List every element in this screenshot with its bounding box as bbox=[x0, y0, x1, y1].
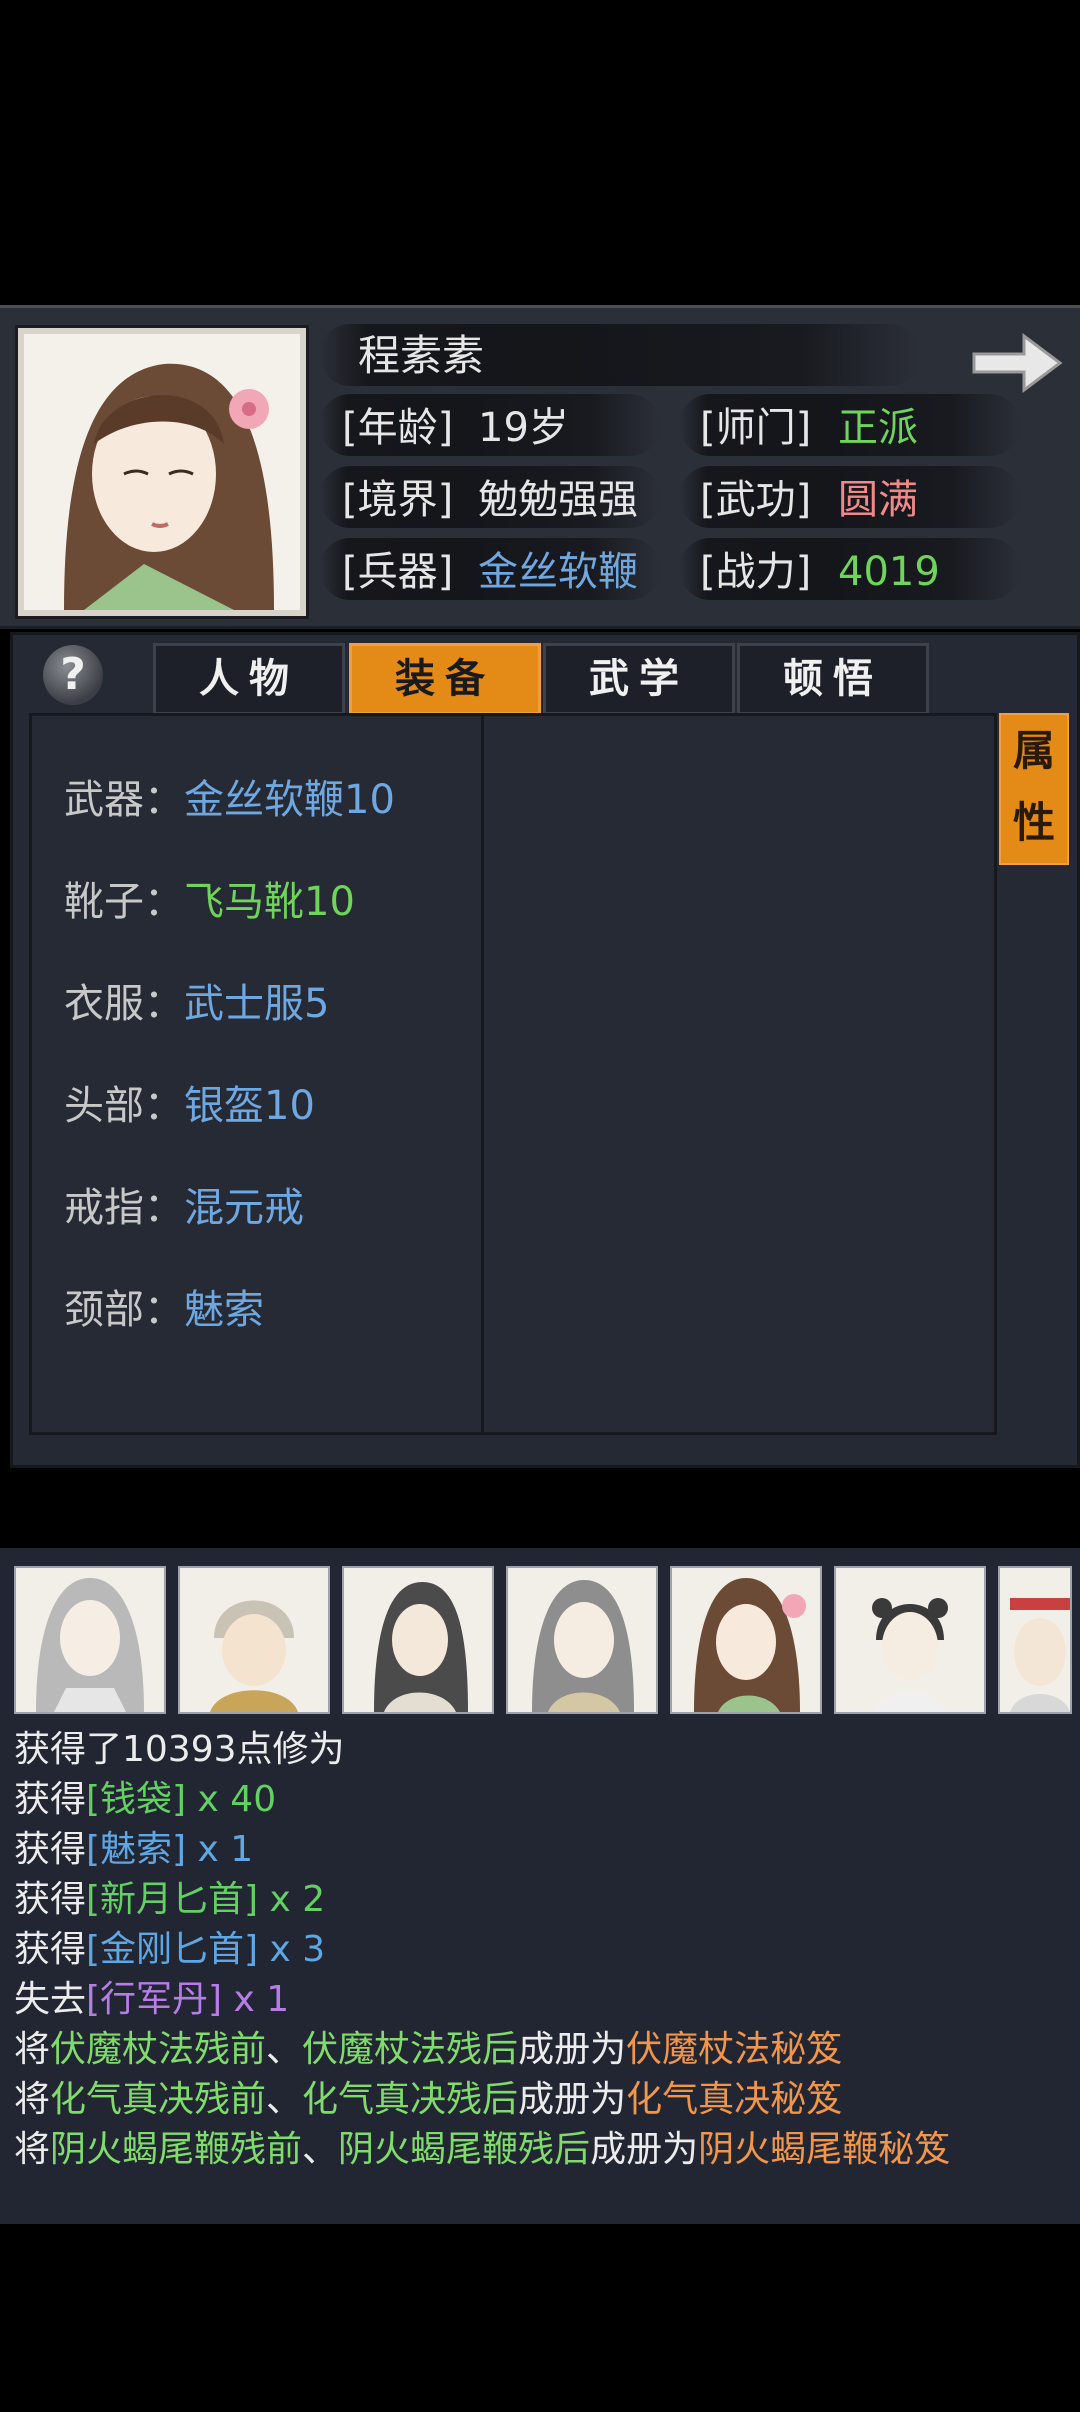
equipment-slot-ring[interactable]: 戒指：混元戒 bbox=[64, 1180, 304, 1236]
log-segment: 将 bbox=[14, 2079, 51, 2120]
age-value: 19岁 bbox=[478, 405, 569, 451]
log-line: 将化气真决残前、化气真决残后成册为化气真决秘笈 bbox=[14, 2076, 842, 2124]
martial-label: [武功] bbox=[700, 477, 812, 523]
tab-equipment[interactable]: 装备 bbox=[349, 643, 541, 715]
log-segment: 化气真决秘笈 bbox=[626, 2079, 843, 2120]
log-segment: x 1 bbox=[222, 1979, 290, 2020]
attributes-button[interactable]: 属 性 bbox=[999, 713, 1069, 865]
log-segment: 获得 bbox=[14, 1829, 87, 1870]
help-button[interactable]: ? bbox=[43, 645, 103, 705]
log-line: 获得了10393点修为 bbox=[14, 1726, 345, 1774]
party-member-avatar[interactable] bbox=[834, 1566, 986, 1714]
log-segment: 阴火蝎尾鞭秘笈 bbox=[698, 2129, 951, 2170]
slot-item: 金丝软鞭10 bbox=[184, 777, 395, 823]
log-segment: 、 bbox=[302, 2129, 339, 2170]
log-segment: 伏魔杖法残前 bbox=[50, 2029, 267, 2070]
log-segment: 将 bbox=[14, 2129, 51, 2170]
log-segment: x 40 bbox=[186, 1779, 277, 1820]
log-segment: 获得 bbox=[14, 1779, 87, 1820]
log-segment: 获得 bbox=[14, 1879, 87, 1920]
log-line: 获得[新月匕首] x 2 bbox=[14, 1876, 325, 1924]
log-segment: 伏魔杖法秘笈 bbox=[626, 2029, 843, 2070]
slot-label: 靴子： bbox=[64, 879, 184, 925]
log-line: 将阴火蝎尾鞭残前、阴火蝎尾鞭残后成册为阴火蝎尾鞭秘笈 bbox=[14, 2126, 950, 2174]
equipment-slot-neck[interactable]: 颈部：魅索 bbox=[64, 1282, 264, 1338]
log-segment: x 3 bbox=[258, 1929, 326, 1970]
log-line: 将伏魔杖法残前、伏魔杖法残后成册为伏魔杖法秘笈 bbox=[14, 2026, 842, 2074]
slot-label: 戒指： bbox=[64, 1185, 184, 1231]
log-segment: [新月匕首] bbox=[86, 1879, 259, 1920]
log-segment: 成册为 bbox=[590, 2129, 699, 2170]
message-log: 获得了10393点修为 获得[钱袋] x 40 获得[魅索] x 1 获得[新月… bbox=[0, 1690, 1080, 2224]
party-member-bar bbox=[0, 1548, 1080, 1718]
realm-value: 勉勉强强 bbox=[478, 477, 638, 523]
party-member-avatar[interactable] bbox=[14, 1566, 166, 1714]
log-segment: [行军丹] bbox=[86, 1979, 223, 2020]
character-portrait bbox=[18, 328, 306, 616]
log-segment: 、 bbox=[266, 2029, 303, 2070]
next-character-arrow-icon[interactable] bbox=[968, 328, 1064, 398]
slot-label: 头部： bbox=[64, 1083, 184, 1129]
realm-label: [境界] bbox=[342, 477, 454, 523]
tab-martial-arts[interactable]: 武学 bbox=[543, 643, 735, 715]
tab-character[interactable]: 人物 bbox=[153, 643, 345, 715]
attributes-button-line1: 属 bbox=[1012, 726, 1055, 775]
log-segment: 阴火蝎尾鞭残前 bbox=[50, 2129, 303, 2170]
log-segment: x 1 bbox=[186, 1829, 254, 1870]
slot-item: 武士服5 bbox=[184, 981, 330, 1027]
character-header: 程素素 [年龄] 19岁 [师门] 正派 [境界] 勉勉强强 [武功] 圆满 [… bbox=[0, 305, 1080, 629]
slot-item: 魅索 bbox=[184, 1287, 264, 1333]
log-segment: 获得了10393点修为 bbox=[14, 1729, 345, 1770]
log-line: 失去[行军丹] x 1 bbox=[14, 1976, 289, 2024]
log-segment: 化气真决残前 bbox=[50, 2079, 267, 2120]
log-segment: 阴火蝎尾鞭残后 bbox=[338, 2129, 591, 2170]
party-member-avatar[interactable] bbox=[670, 1566, 822, 1714]
weapon-label: [兵器] bbox=[342, 549, 454, 595]
party-member-avatar[interactable] bbox=[998, 1566, 1072, 1714]
log-segment: 化气真决残后 bbox=[302, 2079, 519, 2120]
log-segment: 失去 bbox=[14, 1979, 87, 2020]
slot-label: 颈部： bbox=[64, 1287, 184, 1333]
log-segment: 将 bbox=[14, 2029, 51, 2070]
equipment-slot-head[interactable]: 头部：银盔10 bbox=[64, 1078, 315, 1134]
log-segment: [钱袋] bbox=[86, 1779, 187, 1820]
party-member-avatar[interactable] bbox=[506, 1566, 658, 1714]
log-line: 获得[金刚匕首] x 3 bbox=[14, 1926, 325, 1974]
log-segment: 、 bbox=[266, 2079, 303, 2120]
attributes-button-line2: 性 bbox=[1012, 798, 1055, 847]
martial-value: 圆满 bbox=[838, 477, 918, 523]
log-segment: 成册为 bbox=[518, 2029, 627, 2070]
equipment-panel: ? 人物 装备 武学 顿悟 武器：金丝软鞭10 靴子：飞马靴10 衣服：武士服5… bbox=[10, 632, 1080, 1468]
party-member-avatar[interactable] bbox=[178, 1566, 330, 1714]
log-line: 获得[魅索] x 1 bbox=[14, 1826, 253, 1874]
character-name: 程素素 bbox=[358, 331, 485, 380]
equipment-slot-boots[interactable]: 靴子：飞马靴10 bbox=[64, 874, 355, 930]
equipment-slot-clothes[interactable]: 衣服：武士服5 bbox=[64, 976, 329, 1032]
age-label: [年龄] bbox=[342, 405, 454, 451]
log-segment: 成册为 bbox=[518, 2079, 627, 2120]
equipment-detail-area bbox=[481, 713, 997, 1435]
equipment-slot-list: 武器：金丝软鞭10 靴子：飞马靴10 衣服：武士服5 头部：银盔10 戒指：混元… bbox=[29, 713, 491, 1435]
log-segment: x 2 bbox=[258, 1879, 326, 1920]
log-segment: 伏魔杖法残后 bbox=[302, 2029, 519, 2070]
tab-enlightenment[interactable]: 顿悟 bbox=[737, 643, 929, 715]
log-segment: 获得 bbox=[14, 1929, 87, 1970]
sect-value: 正派 bbox=[838, 405, 918, 451]
equipment-slot-weapon[interactable]: 武器：金丝软鞭10 bbox=[64, 772, 395, 828]
log-segment: [金刚匕首] bbox=[86, 1929, 259, 1970]
slot-label: 武器： bbox=[64, 777, 184, 823]
party-member-avatar[interactable] bbox=[342, 1566, 494, 1714]
slot-item: 飞马靴10 bbox=[184, 879, 355, 925]
log-segment: [魅索] bbox=[86, 1829, 187, 1870]
power-value: 4019 bbox=[838, 549, 940, 595]
slot-item: 银盔10 bbox=[184, 1083, 315, 1129]
weapon-value: 金丝软鞭 bbox=[478, 549, 638, 595]
power-label: [战力] bbox=[700, 549, 812, 595]
log-line: 获得[钱袋] x 40 bbox=[14, 1776, 276, 1824]
slot-item: 混元戒 bbox=[184, 1185, 304, 1231]
slot-label: 衣服： bbox=[64, 981, 184, 1027]
sect-label: [师门] bbox=[700, 405, 812, 451]
portrait-illustration bbox=[24, 334, 300, 610]
